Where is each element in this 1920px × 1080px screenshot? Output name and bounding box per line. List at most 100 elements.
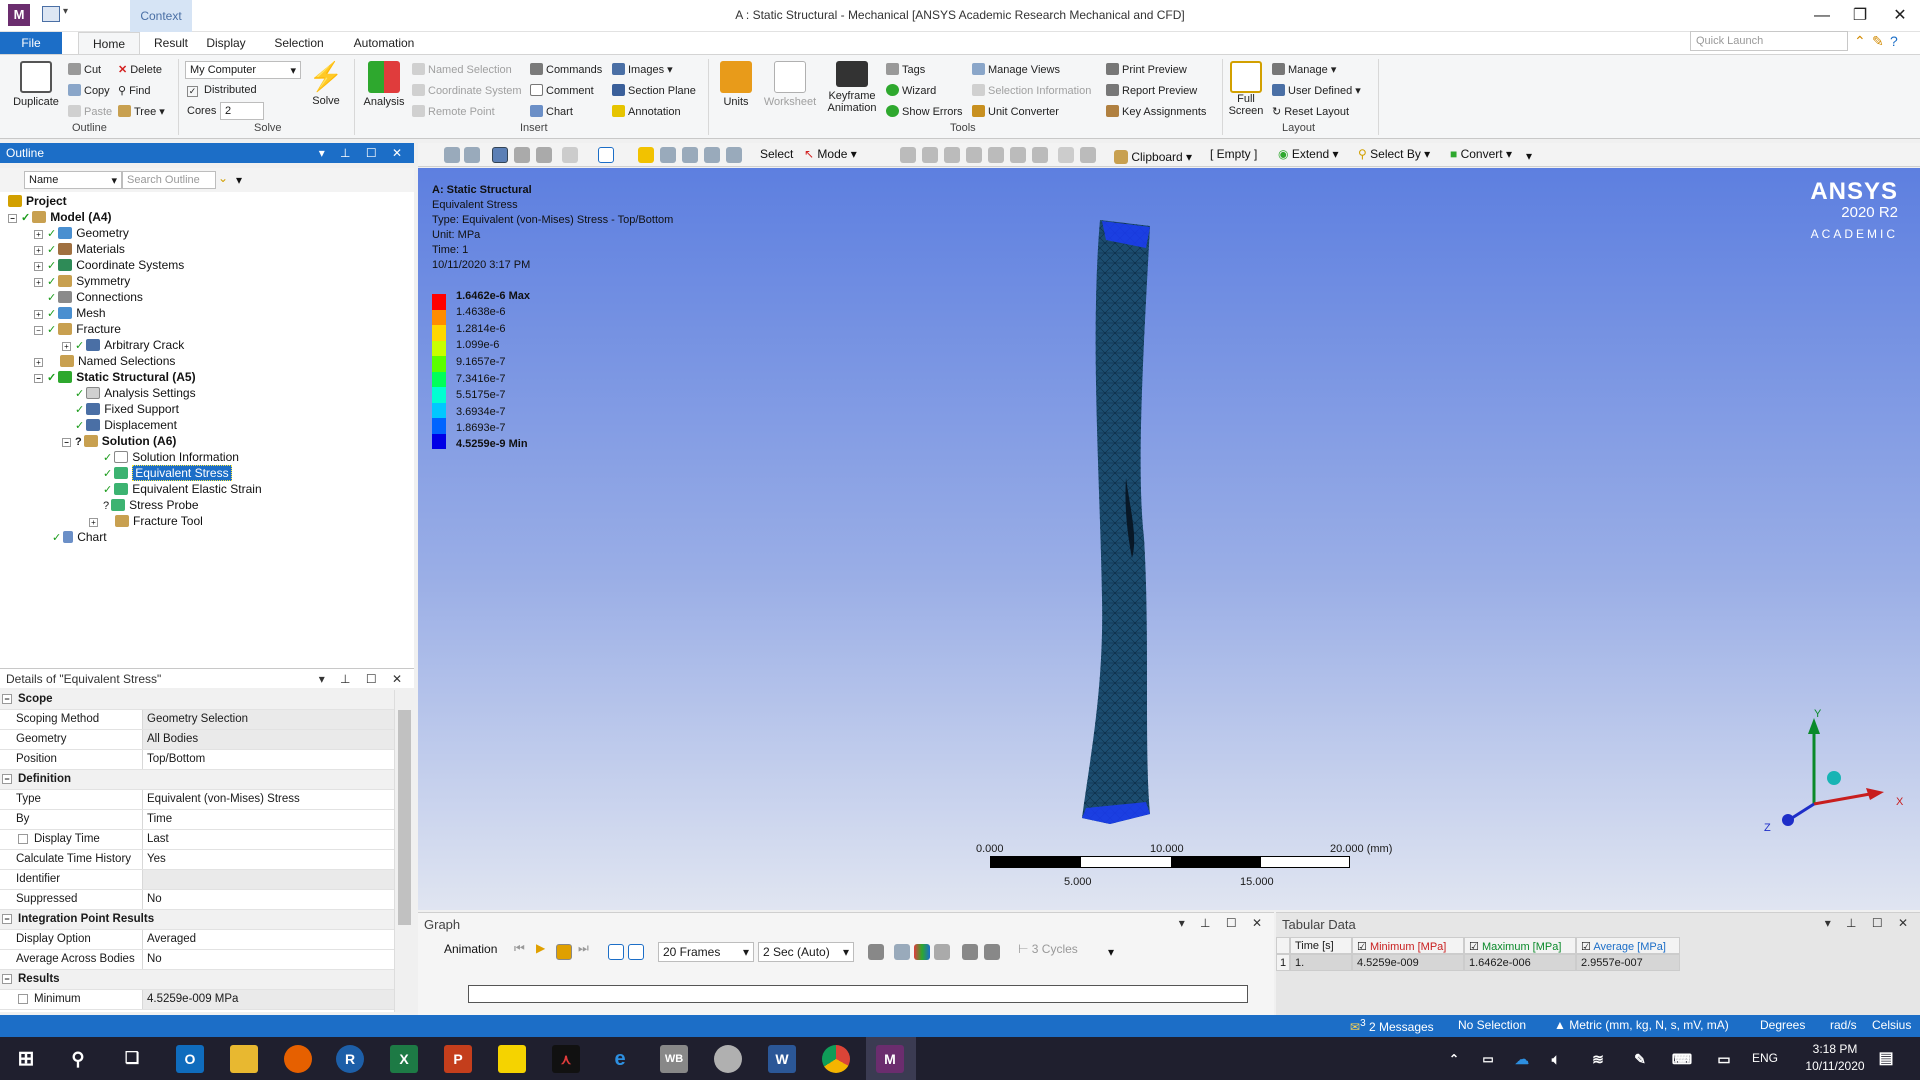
- select-filter-icon[interactable]: [1080, 147, 1096, 163]
- tree-node-named-selections[interactable]: + Named Selections: [34, 354, 175, 368]
- messages-button[interactable]: ✉3 2 Messages: [1350, 1018, 1434, 1034]
- outline-filter-select[interactable]: Name ▾: [24, 171, 122, 189]
- details-row[interactable]: Suppressed No: [0, 890, 394, 910]
- tree-node-fixed-support[interactable]: ✓ Fixed Support: [75, 402, 179, 416]
- panel-controls[interactable]: ▾ ⊥ ☐ ✕: [1179, 916, 1268, 930]
- tree-node-fracture-tool[interactable]: + Fracture Tool: [89, 514, 203, 528]
- zoom-icon[interactable]: [660, 147, 676, 163]
- collapse-icon[interactable]: −: [2, 774, 12, 784]
- row-value[interactable]: Time: [142, 810, 394, 829]
- chart-button[interactable]: Chart: [530, 105, 573, 118]
- graph-option-icon[interactable]: [962, 944, 978, 960]
- search-icon[interactable]: ⚲: [64, 1045, 92, 1073]
- coordinate-system-button[interactable]: Coordinate System: [412, 84, 522, 97]
- row-value[interactable]: No: [142, 890, 394, 909]
- zoom-fit-icon[interactable]: [704, 147, 720, 163]
- select-filter-icon[interactable]: [1032, 147, 1048, 163]
- tree-node-analysis-settings[interactable]: ✓ Analysis Settings: [75, 386, 196, 400]
- tree-node-solution[interactable]: −? Solution (A6): [62, 434, 176, 448]
- expand-icon[interactable]: +: [89, 518, 98, 527]
- expand-icon[interactable]: +: [34, 230, 43, 239]
- tab-selection[interactable]: Selection: [268, 32, 330, 54]
- view-icon[interactable]: [536, 147, 552, 163]
- commands-button[interactable]: Commands: [530, 63, 602, 76]
- expand-icon[interactable]: +: [62, 342, 71, 351]
- solve-button[interactable]: ⚡ Solve: [308, 61, 344, 107]
- select-filter-icon[interactable]: [988, 147, 1004, 163]
- frames-select[interactable]: 20 Frames ▾: [658, 942, 754, 962]
- details-row[interactable]: Display Time Last: [0, 830, 394, 850]
- view-icon[interactable]: [562, 147, 578, 163]
- checkbox-checked-icon[interactable]: ☑: [1469, 941, 1479, 953]
- cut-button[interactable]: Cut: [68, 63, 101, 76]
- duration-select[interactable]: 2 Sec (Auto) ▾: [758, 942, 854, 962]
- report-preview-button[interactable]: Report Preview: [1106, 84, 1197, 97]
- view-icon[interactable]: [514, 147, 530, 163]
- row-value[interactable]: Yes: [142, 850, 394, 869]
- collapse-icon[interactable]: −: [34, 326, 43, 335]
- quick-launch-input[interactable]: Quick Launch: [1690, 31, 1848, 51]
- checkbox-checked-icon[interactable]: ☑: [1357, 941, 1367, 953]
- internet-explorer-icon[interactable]: e: [606, 1045, 634, 1073]
- mechanical-taskbar-icon[interactable]: M: [876, 1045, 904, 1073]
- select-filter-icon[interactable]: [922, 147, 938, 163]
- tree-node-equivalent-stress[interactable]: ✓ Equivalent Stress: [103, 465, 232, 481]
- table-cell[interactable]: 1.6462e-006: [1464, 954, 1576, 971]
- rotate-icon[interactable]: [598, 147, 614, 163]
- animation-timeline[interactable]: [468, 985, 1248, 1003]
- scrollbar-thumb[interactable]: [398, 710, 411, 925]
- cores-input[interactable]: 2: [220, 102, 264, 120]
- graph-option-icon[interactable]: [984, 944, 1000, 960]
- chrome-icon[interactable]: [822, 1045, 850, 1073]
- details-row[interactable]: By Time: [0, 810, 394, 830]
- column-header-average[interactable]: ☑ Average [MPa]: [1576, 937, 1680, 954]
- tree-node-stress-probe[interactable]: ? Stress Probe: [103, 498, 199, 512]
- manage-button[interactable]: Manage ▾: [1272, 63, 1336, 76]
- selection-information-button[interactable]: Selection Information: [972, 84, 1091, 97]
- minimum-checkbox[interactable]: [18, 994, 28, 1004]
- unit-converter-button[interactable]: Unit Converter: [972, 105, 1059, 118]
- tree-node-equivalent-elastic-strain[interactable]: ✓ Equivalent Elastic Strain: [103, 482, 262, 496]
- onedrive-icon[interactable]: ☁: [1508, 1045, 1536, 1073]
- tree-node-chart[interactable]: ✓ Chart: [52, 530, 107, 544]
- row-value[interactable]: [142, 870, 394, 889]
- chevron-down-icon[interactable]: ▾: [1526, 149, 1532, 163]
- distributed-frames-icon[interactable]: [608, 944, 624, 960]
- row-value[interactable]: Geometry Selection: [142, 710, 394, 729]
- select-by-button[interactable]: ⚲ Select By ▾: [1358, 147, 1430, 161]
- tree-node-fracture[interactable]: − ✓ Fracture: [34, 322, 121, 336]
- battery-icon[interactable]: ▭: [1474, 1045, 1502, 1073]
- firefox-icon[interactable]: [284, 1045, 312, 1073]
- details-row[interactable]: Identifier: [0, 870, 394, 890]
- analysis-button[interactable]: Analysis: [362, 61, 406, 108]
- search-outline-input[interactable]: Search Outline: [122, 171, 216, 189]
- table-cell[interactable]: 4.5259e-009: [1352, 954, 1464, 971]
- extend-button[interactable]: ◉ Extend ▾: [1278, 147, 1339, 161]
- tree-node-model[interactable]: − ✓ Model (A4): [8, 210, 112, 224]
- key-assignments-button[interactable]: Key Assignments: [1106, 105, 1206, 118]
- graph-option-icon[interactable]: [934, 944, 950, 960]
- play-icon[interactable]: ▶: [536, 941, 545, 955]
- user-defined-button[interactable]: User Defined ▾: [1272, 84, 1361, 97]
- tree-node-mesh[interactable]: + ✓ Mesh: [34, 306, 106, 320]
- wifi-icon[interactable]: ≋: [1584, 1045, 1612, 1073]
- zoom-box-icon[interactable]: [682, 147, 698, 163]
- section-plane-button[interactable]: Section Plane: [612, 84, 696, 97]
- expand-icon[interactable]: +: [34, 310, 43, 319]
- select-filter-icon[interactable]: [966, 147, 982, 163]
- column-header-minimum[interactable]: ☑ Minimum [MPa]: [1352, 937, 1464, 954]
- units-button[interactable]: Units: [716, 61, 756, 108]
- tab-result[interactable]: Result: [140, 32, 202, 54]
- tree-node-connections[interactable]: ✓ Connections: [47, 290, 143, 304]
- color-icon[interactable]: [914, 944, 930, 960]
- expand-icon[interactable]: +: [34, 358, 43, 367]
- clock-date[interactable]: 10/11/2020: [1790, 1059, 1880, 1073]
- result-sets-icon[interactable]: [628, 944, 644, 960]
- details-section-integration[interactable]: − Integration Point Results: [0, 910, 394, 930]
- details-section-definition[interactable]: − Definition: [0, 770, 394, 790]
- zoom-icon[interactable]: [444, 147, 460, 163]
- annotation-button[interactable]: Annotation: [612, 105, 681, 118]
- paste-button[interactable]: Paste: [68, 105, 112, 118]
- collapse-icon[interactable]: −: [2, 974, 12, 984]
- minimize-icon[interactable]: —: [1804, 4, 1840, 28]
